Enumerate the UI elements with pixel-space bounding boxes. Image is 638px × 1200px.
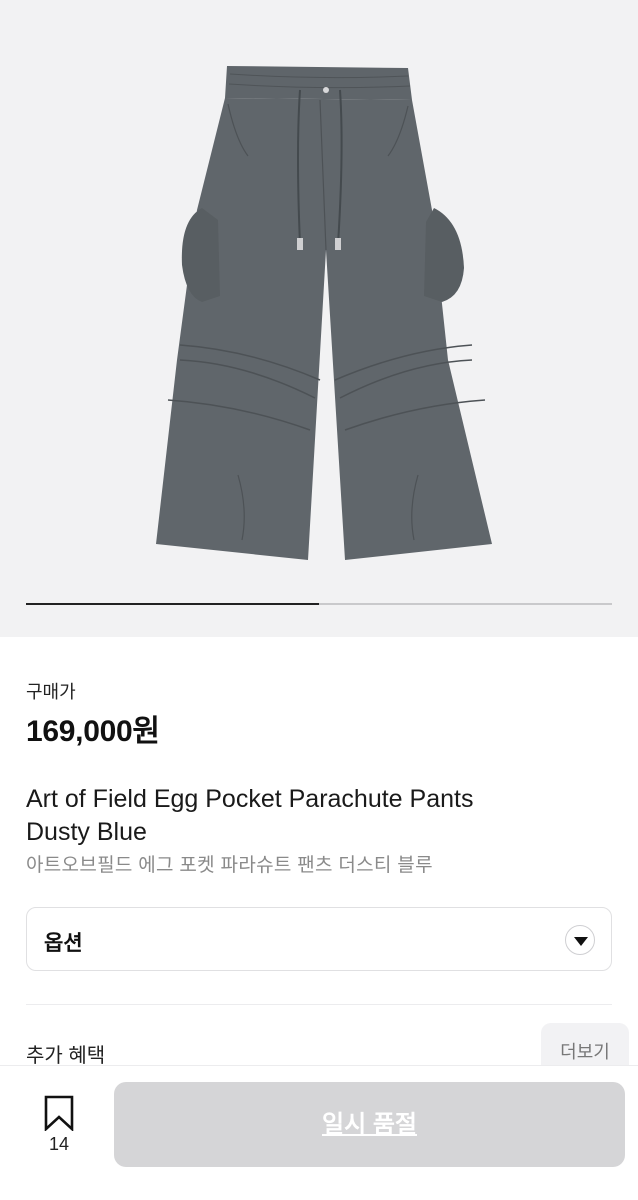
bookmark-icon: [44, 1095, 74, 1131]
benefits-label: 추가 혜택: [26, 1045, 106, 1067]
divider: [26, 1004, 612, 1005]
price-value: 169,000원: [26, 715, 160, 748]
product-title-en-line1: Art of Field Egg Pocket Parachute Pants: [26, 785, 474, 813]
product-gallery[interactable]: [0, 0, 638, 637]
option-select[interactable]: 옵션: [26, 907, 612, 971]
product-title-en: Art of Field Egg Pocket Parachute Pants …: [26, 783, 616, 849]
product-title-en-line2: Dusty Blue: [26, 818, 147, 846]
product-title-ko: 아트오브필드 에그 포켓 파라슈트 팬츠 더스티 블루: [26, 855, 433, 876]
sold-out-button[interactable]: 일시 품절: [114, 1082, 625, 1167]
chevron-down-icon[interactable]: [565, 925, 595, 955]
slide-progress-track: [26, 603, 612, 605]
bottom-action-bar: 14 일시 품절: [0, 1065, 638, 1200]
bookmark-button[interactable]: 14: [40, 1092, 78, 1158]
price-label: 구매가: [26, 682, 76, 702]
product-image: [156, 66, 492, 560]
bookmark-count: 14: [48, 1134, 70, 1154]
slide-progress-fill: [26, 603, 319, 605]
option-label: 옵션: [44, 932, 83, 955]
